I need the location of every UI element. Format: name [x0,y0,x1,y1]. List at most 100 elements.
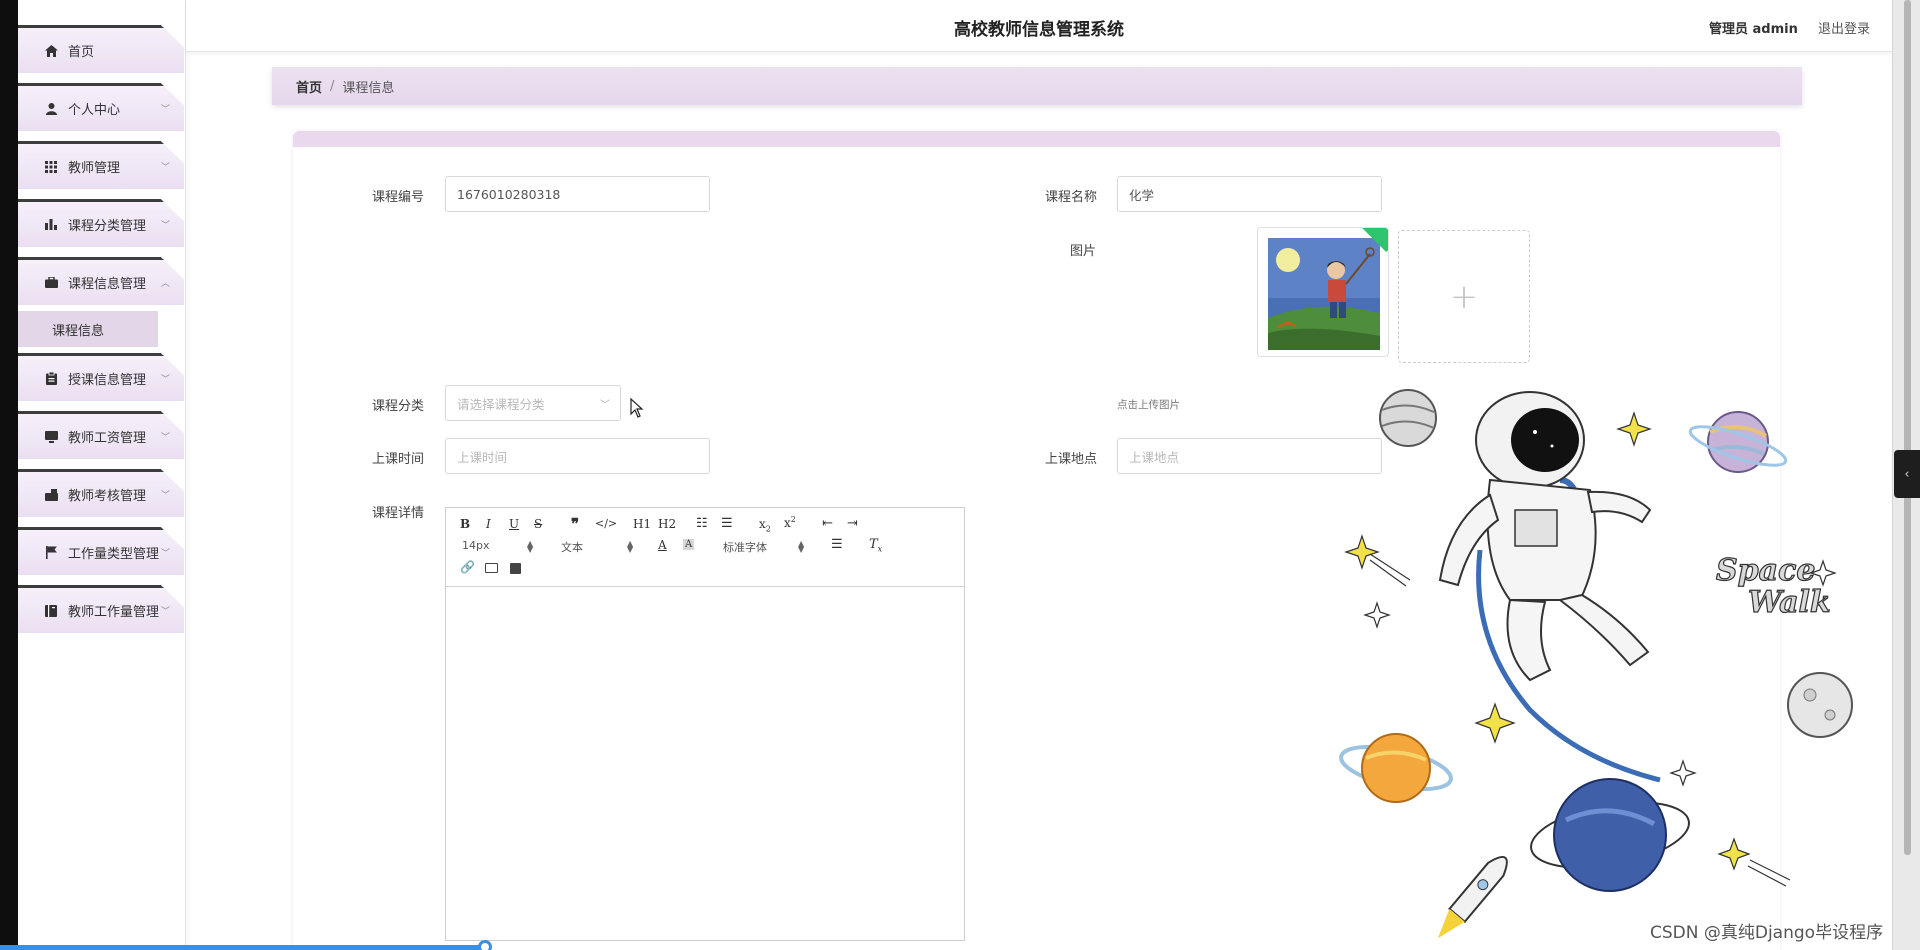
ordered-list-icon[interactable]: ☷ [696,516,708,531]
chevron-down-icon: ﹀ [160,491,170,501]
font-size-select[interactable]: 14px [462,539,490,552]
time-input[interactable]: 上课时间 [445,438,710,474]
astronaut-illustration: Space Walk [1339,389,1853,939]
video-insert-icon[interactable] [510,563,521,574]
upload-image-button[interactable]: + [1398,230,1530,363]
indent-icon[interactable]: ⇥ [847,516,858,531]
font-color-icon[interactable]: A [658,538,667,552]
sidebar-item-assessment[interactable]: 教师考核管理 ﹀ [18,469,184,517]
uploaded-image-thumbnail[interactable] [1257,227,1389,357]
logout-link[interactable]: 退出登录 [1818,18,1870,37]
sidebar-item-salary[interactable]: 教师工资管理 ﹀ [18,411,184,459]
category-select[interactable]: 请选择课程分类 ﹀ [445,385,621,421]
scrollbar-thumb[interactable] [1904,0,1911,855]
sidebar-item-course-category[interactable]: 课程分类管理 ﹀ [18,199,184,247]
font-family-caret-icon: ▲ ▼ [798,539,805,554]
window-edge [0,0,18,950]
chevron-down-icon: ﹀ [600,400,610,411]
horizontal-progress-bar [0,945,487,950]
bar-chart-icon [44,218,58,232]
sidebar-item-label: 工作量类型管理 [68,547,160,562]
sidebar-item-label: 教师管理 [68,161,121,176]
font-family-select[interactable]: 标准字体 [723,539,767,555]
heading1-button[interactable]: H1 [633,517,651,531]
monitor-icon [44,430,58,444]
progress-handle[interactable] [478,940,492,950]
ringed-planet-icon [1688,411,1788,473]
text-type-caret-icon: ▲ ▼ [627,539,634,554]
outdent-icon[interactable]: ⇤ [822,516,833,531]
sidebar-item-label: 教师考核管理 [68,489,147,504]
breadcrumb-current: 课程信息 [342,80,395,96]
background-color-icon[interactable]: A [683,539,695,550]
app-title: 高校教师信息管理系统 [954,20,1124,40]
sidebar: 首页 个人中心 ﹀ 教师管理 ﹀ 课程分类管理 ﹀ 课程信息管理 ︿ 课程信息 … [18,0,186,950]
suitcase-icon [44,488,58,502]
breadcrumb: 首页 / 课程信息 [272,67,1802,105]
sidebar-item-label: 课程信息管理 [68,277,147,292]
chevron-down-icon: ﹀ [160,163,170,173]
detail-label: 课程详情 [372,506,425,521]
sidebar-item-label: 授课信息管理 [68,373,147,388]
chevron-down-icon: ﹀ [160,105,170,115]
underline-button[interactable]: U [509,517,519,531]
flag-icon [44,546,58,560]
chevron-down-icon: ﹀ [160,221,170,231]
rocket-icon [1437,855,1508,939]
breadcrumb-home[interactable]: 首页 [296,77,322,96]
sidebar-item-home[interactable]: 首页 [18,25,184,73]
superscript-button[interactable]: x2 [784,515,796,530]
sidebar-item-course-info[interactable]: 课程信息管理 ︿ [18,257,184,305]
link-icon[interactable]: 🔗 [460,560,475,574]
clear-format-icon[interactable]: Tx [869,537,882,554]
strikethrough-button[interactable]: S [534,517,542,531]
clipboard-icon [44,372,58,386]
category-label: 课程分类 [372,399,425,414]
bold-button[interactable]: B [460,517,470,531]
chevron-down-icon: ﹀ [160,433,170,443]
italic-button[interactable]: I [486,517,491,531]
font-size-caret-icon: ▲ ▼ [527,539,534,554]
subscript-button[interactable]: x2 [759,517,771,533]
bullet-list-icon[interactable]: ☰ [721,516,733,531]
sidebar-subitem-course-info[interactable]: 课程信息 [18,311,158,347]
course-no-input[interactable]: 1676010280318 [445,176,710,212]
text-type-select[interactable]: 文本 [561,539,583,555]
blue-planet-icon [1530,778,1690,892]
rich-text-editor[interactable]: B I U S ❞ </> H1 H2 ☷ ☰ x2 x2 ⇤ ⇥ 14px ▲… [445,507,965,941]
editor-toolbar: B I U S ❞ </> H1 H2 ☷ ☰ x2 x2 ⇤ ⇥ 14px ▲… [446,508,964,587]
sidebar-item-workload-type[interactable]: 工作量类型管理 ﹀ [18,527,184,575]
briefcase-icon [44,276,58,290]
orange-planet-icon [1339,733,1453,803]
time-label: 上课时间 [372,452,425,467]
svg-text:Walk: Walk [1748,585,1831,620]
image-label: 图片 [1070,244,1097,259]
quote-button[interactable]: ❞ [571,515,579,533]
sidebar-item-label: 教师工作量管理 [68,605,160,620]
course-no-label: 课程编号 [372,190,425,205]
heading2-button[interactable]: H2 [658,517,676,531]
sidebar-item-label: 课程分类管理 [68,219,147,234]
sidebar-item-teaching-info[interactable]: 授课信息管理 ﹀ [18,353,184,401]
collapse-panel-button[interactable]: ‹ [1894,450,1920,498]
grid-icon [44,160,58,174]
user-label: 管理员 admin [1709,22,1798,37]
top-header: 高校教师信息管理系统 管理员 admin 退出登录 [186,0,1892,52]
gray-planet-icon [1379,389,1437,447]
sidebar-item-personal-center[interactable]: 个人中心 ﹀ [18,83,184,131]
align-icon[interactable]: ☰ [831,537,843,552]
course-name-label: 课程名称 [1045,190,1098,205]
chevron-down-icon: ﹀ [160,375,170,385]
cartoon-boy-image [1268,238,1380,350]
sidebar-item-label: 个人中心 [68,103,121,118]
image-insert-icon[interactable] [485,563,498,573]
sidebar-item-teacher[interactable]: 教师管理 ﹀ [18,141,184,189]
mouse-cursor-icon [630,398,644,418]
course-name-input[interactable]: 化学 [1117,176,1382,212]
code-button[interactable]: </> [595,517,617,530]
sidebar-item-label: 首页 [68,45,95,60]
category-select-placeholder: 请选择课程分类 [457,396,545,412]
sidebar-item-workload[interactable]: 教师工作量管理 ﹀ [18,585,184,633]
home-icon [44,44,58,58]
chevron-down-icon: ﹀ [160,607,170,617]
